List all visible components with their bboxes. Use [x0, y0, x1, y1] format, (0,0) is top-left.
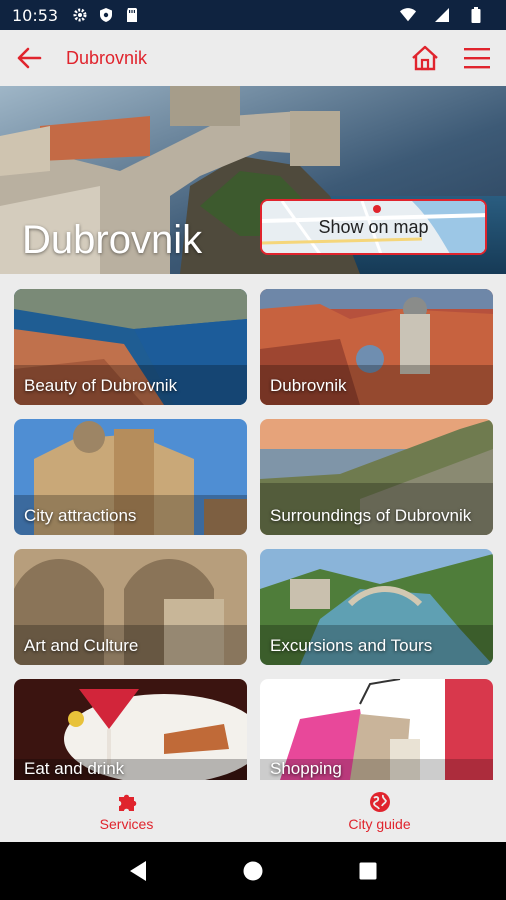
- category-label: Beauty of Dubrovnik: [24, 376, 178, 395]
- cell-signal-icon: [434, 7, 450, 23]
- category-label: Art and Culture: [24, 636, 139, 655]
- wifi-icon: [400, 7, 416, 23]
- hamburger-menu-icon: [464, 48, 490, 69]
- status-bar: 10:53: [0, 0, 506, 30]
- globe-icon: [369, 792, 390, 812]
- category-card-city-attractions[interactable]: City attractions: [14, 419, 247, 535]
- category-card-excursions[interactable]: Excursions and Tours: [260, 549, 493, 665]
- status-time: 10:53: [12, 5, 59, 25]
- home-button[interactable]: [408, 41, 442, 75]
- circle-home-icon: [243, 861, 263, 881]
- nav-city-guide[interactable]: City guide: [253, 780, 506, 842]
- shield-icon: [98, 7, 114, 23]
- category-card-shopping[interactable]: Shopping: [260, 679, 493, 780]
- system-navigation-bar: [0, 842, 506, 900]
- battery-icon: [468, 7, 484, 23]
- system-recents-button[interactable]: [354, 857, 382, 885]
- hero-city-title: Dubrovnik: [22, 218, 203, 262]
- bottom-navigation: Services City guide: [0, 780, 506, 842]
- sd-card-icon: [124, 7, 140, 23]
- gear-icon: [72, 7, 88, 23]
- category-card-surroundings[interactable]: Surroundings of Dubrovnik: [260, 419, 493, 535]
- square-recents-icon: [359, 862, 377, 880]
- show-on-map-label: Show on map: [318, 216, 429, 237]
- category-label: Excursions and Tours: [270, 636, 433, 655]
- category-label: Surroundings of Dubrovnik: [270, 506, 472, 525]
- category-card-beauty[interactable]: Beauty of Dubrovnik: [14, 289, 247, 405]
- menu-button[interactable]: [460, 41, 494, 75]
- home-icon: [412, 45, 438, 71]
- system-back-button[interactable]: [124, 857, 152, 885]
- nav-city-guide-label: City guide: [348, 816, 411, 832]
- category-label: Eat and drink: [24, 759, 125, 778]
- triangle-back-icon: [129, 861, 146, 881]
- system-home-button[interactable]: [239, 857, 267, 885]
- back-button[interactable]: [12, 41, 46, 75]
- category-card-art-culture[interactable]: Art and Culture: [14, 549, 247, 665]
- app-bar: Dubrovnik: [0, 30, 506, 86]
- page-title: Dubrovnik: [66, 47, 148, 68]
- puzzle-icon: [118, 794, 136, 811]
- category-label: Shopping: [270, 759, 342, 778]
- category-card-dubrovnik[interactable]: Dubrovnik: [260, 289, 493, 405]
- show-on-map-button[interactable]: Show on map: [260, 199, 487, 255]
- nav-services-label: Services: [99, 816, 154, 832]
- nav-services[interactable]: Services: [0, 780, 253, 842]
- category-card-eat-drink[interactable]: Eat and drink: [14, 679, 247, 780]
- category-label: Dubrovnik: [270, 376, 347, 395]
- arrow-left-icon: [17, 47, 42, 69]
- category-label: City attractions: [24, 506, 137, 525]
